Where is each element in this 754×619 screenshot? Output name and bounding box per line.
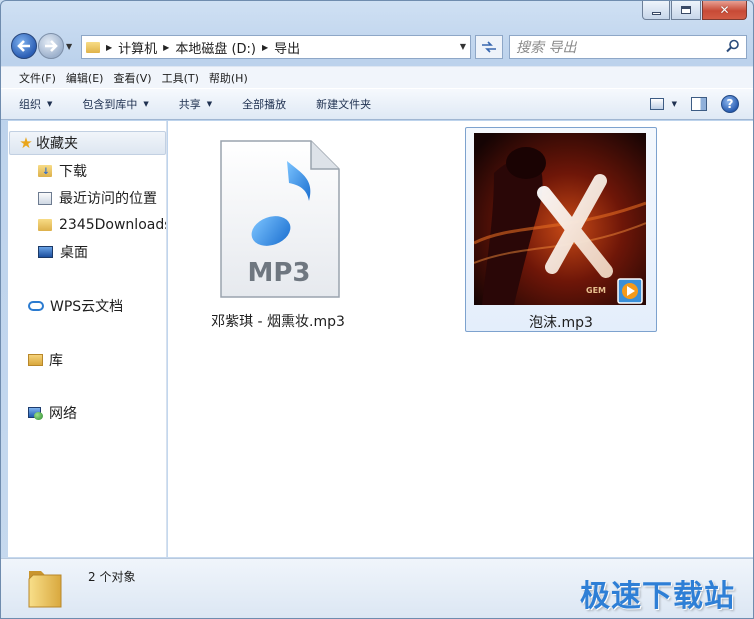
command-bar: 组织 ▼ 包含到库中 ▼ 共享 ▼ 全部播放 新建文件夹 ▼ ? bbox=[1, 88, 753, 120]
watermark: 极速下载站 bbox=[580, 579, 735, 614]
change-view-button[interactable]: ▼ bbox=[649, 98, 677, 110]
folder-icon bbox=[38, 219, 52, 231]
status-item-count: 2 个对象 bbox=[88, 570, 136, 584]
status-bar: 2 个对象 极速下载站 bbox=[1, 558, 753, 618]
sidebar-item-network[interactable]: 网络 bbox=[28, 401, 77, 425]
address-bar[interactable]: ▶ 计算机 ▶ 本地磁盘 (D:) ▶ 导出 ▼ bbox=[81, 35, 471, 59]
sidebar-item-favorites[interactable]: ★ 收藏夹 bbox=[9, 131, 166, 155]
share-button[interactable]: 共享 ▼ bbox=[179, 96, 212, 112]
sidebar-item-desktop[interactable]: 桌面 bbox=[38, 240, 88, 264]
file-item-selected[interactable]: GEM 泡沫.mp3 bbox=[465, 127, 657, 332]
play-all-button[interactable]: 全部播放 bbox=[242, 96, 286, 112]
refresh-icon bbox=[482, 41, 496, 53]
sidebar-item-libraries[interactable]: 库 bbox=[28, 348, 63, 372]
new-folder-button[interactable]: 新建文件夹 bbox=[316, 96, 371, 112]
back-arrow-icon bbox=[17, 40, 30, 52]
organize-label: 组织 bbox=[19, 98, 41, 111]
search-placeholder: 搜索 导出 bbox=[516, 40, 577, 56]
sidebar-item-wps-cloud[interactable]: WPS云文档 bbox=[28, 294, 123, 318]
sidebar-item-label: 下载 bbox=[59, 164, 87, 180]
play-all-label: 全部播放 bbox=[242, 98, 287, 111]
sidebar-item-label: 桌面 bbox=[60, 245, 88, 261]
recent-pages-dropdown[interactable]: ▼ bbox=[66, 42, 72, 51]
close-icon: ✕ bbox=[719, 3, 730, 17]
sidebar-item-label: 网络 bbox=[49, 406, 77, 422]
forward-arrow-icon bbox=[45, 40, 58, 52]
menu-view[interactable]: 查看(V) bbox=[109, 70, 155, 86]
search-icon bbox=[726, 39, 739, 53]
mp3-file-icon: MP3 bbox=[220, 140, 340, 298]
command-bar-right: ▼ ? bbox=[649, 95, 739, 113]
minimize-button[interactable] bbox=[642, 1, 670, 20]
library-icon bbox=[28, 354, 43, 366]
svg-text:MP3: MP3 bbox=[247, 258, 310, 288]
forward-button[interactable] bbox=[38, 33, 64, 59]
preview-pane-icon[interactable] bbox=[691, 97, 707, 111]
refresh-button[interactable] bbox=[475, 35, 503, 59]
organize-button[interactable]: 组织 ▼ bbox=[19, 96, 52, 112]
network-icon bbox=[28, 406, 43, 420]
menu-file[interactable]: 文件(F) bbox=[15, 70, 60, 86]
sidebar-item-label: 最近访问的位置 bbox=[59, 191, 157, 207]
cloud-icon bbox=[28, 301, 44, 311]
include-in-library-label: 包含到库中 bbox=[82, 98, 138, 111]
close-button[interactable]: ✕ bbox=[702, 1, 747, 20]
sidebar-item-label: 2345Downloads bbox=[59, 217, 167, 233]
album-badge: GEM bbox=[586, 286, 606, 295]
chevron-down-icon: ▼ bbox=[143, 100, 149, 108]
file-item[interactable]: MP3 邓紫琪 - 烟熏妆.mp3 bbox=[198, 129, 358, 334]
file-list: MP3 邓紫琪 - 烟熏妆.mp3 GEM 泡沫.mp3 bbox=[168, 121, 753, 557]
folder-icon bbox=[86, 41, 100, 53]
chevron-down-icon: ▼ bbox=[671, 100, 677, 108]
desktop-icon bbox=[38, 246, 53, 258]
folder-icon bbox=[28, 571, 62, 608]
album-art-thumbnail: GEM bbox=[474, 133, 646, 305]
chevron-down-icon: ▼ bbox=[206, 100, 213, 108]
chevron-down-icon: ▼ bbox=[47, 100, 53, 108]
address-dropdown[interactable]: ▼ bbox=[460, 42, 466, 51]
mp3-badge: MP3 bbox=[247, 258, 310, 288]
maximize-button[interactable] bbox=[671, 1, 701, 20]
caption-buttons: ✕ bbox=[642, 1, 747, 20]
chevron-right-icon[interactable]: ▶ bbox=[262, 43, 268, 52]
recent-places-icon bbox=[38, 191, 52, 205]
sidebar-item-label: WPS云文档 bbox=[50, 299, 124, 315]
search-input[interactable]: 搜索 导出 bbox=[509, 35, 747, 59]
explorer-window: ✕ ▼ ▶ 计算机 ▶ 本地磁盘 (D:) ▶ 导出 ▼ 搜索 导出 文件(F)… bbox=[0, 0, 754, 619]
file-name: 泡沫.mp3 bbox=[529, 315, 593, 331]
share-label: 共享 bbox=[178, 98, 201, 111]
sidebar-item-2345downloads[interactable]: 2345Downloads bbox=[38, 213, 167, 237]
chevron-right-icon[interactable]: ▶ bbox=[106, 43, 112, 52]
menu-bar: 文件(F) 编辑(E) 查看(V) 工具(T) 帮助(H) bbox=[1, 66, 753, 88]
menu-edit[interactable]: 编辑(E) bbox=[62, 70, 108, 86]
back-button[interactable] bbox=[11, 33, 37, 59]
breadcrumb-local-disk[interactable]: 本地磁盘 (D:) bbox=[175, 38, 256, 57]
file-name: 邓紫琪 - 烟熏妆.mp3 bbox=[211, 314, 345, 330]
sidebar-item-downloads[interactable]: ↓ 下载 bbox=[38, 159, 87, 183]
downloads-folder-icon: ↓ bbox=[38, 165, 52, 177]
breadcrumb-export[interactable]: 导出 bbox=[274, 38, 300, 57]
navigation-pane: ★ 收藏夹 ↓ 下载 最近访问的位置 2345Downloads 桌面 WPS云… bbox=[8, 121, 167, 557]
menu-help[interactable]: 帮助(H) bbox=[205, 70, 252, 86]
breadcrumb-computer[interactable]: 计算机 bbox=[118, 38, 157, 57]
sidebar-item-label: 收藏夹 bbox=[36, 136, 78, 152]
sidebar-item-label: 库 bbox=[49, 353, 63, 369]
address-row: ▼ ▶ 计算机 ▶ 本地磁盘 (D:) ▶ 导出 ▼ 搜索 导出 bbox=[9, 33, 747, 61]
sidebar-item-recent[interactable]: 最近访问的位置 bbox=[38, 186, 157, 210]
minimize-icon bbox=[651, 11, 661, 15]
include-in-library-button[interactable]: 包含到库中 ▼ bbox=[82, 96, 148, 112]
new-folder-label: 新建文件夹 bbox=[316, 98, 372, 111]
menu-tools[interactable]: 工具(T) bbox=[158, 70, 203, 86]
chevron-right-icon[interactable]: ▶ bbox=[163, 43, 169, 52]
view-icon bbox=[649, 98, 664, 110]
star-icon: ★ bbox=[19, 134, 33, 152]
help-icon[interactable]: ? bbox=[721, 95, 739, 113]
maximize-icon bbox=[681, 6, 691, 14]
